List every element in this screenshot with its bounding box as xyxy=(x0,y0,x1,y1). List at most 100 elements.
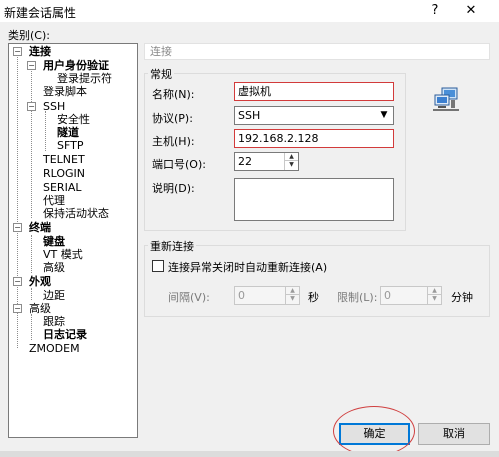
tree-item-rlogin[interactable]: RLOGIN xyxy=(43,167,85,180)
tree-item-sftp[interactable]: SFTP xyxy=(57,139,83,152)
category-label: 类别(C): xyxy=(8,29,50,42)
tree-item-appearance[interactable]: 外观 xyxy=(29,275,51,288)
description-label: 说明(D): xyxy=(152,182,195,195)
tree-item-label: VT 模式 xyxy=(43,248,83,261)
collapse-icon[interactable]: − xyxy=(13,277,22,286)
tree-item-label: 高级 xyxy=(29,302,51,315)
tree-item-label: SFTP xyxy=(57,139,84,152)
tree-item-label: TELNET xyxy=(43,153,85,166)
close-icon[interactable]: ✕ xyxy=(456,2,486,20)
spin-down-icon[interactable]: ▼ xyxy=(285,161,298,169)
tree-line xyxy=(45,111,46,151)
tree-item-ssh[interactable]: SSH xyxy=(43,100,65,113)
limit-unit: 分钟 xyxy=(451,291,473,304)
protocol-label: 协议(P): xyxy=(152,112,193,125)
host-label: 主机(H): xyxy=(152,135,195,148)
cancel-button[interactable]: 取消 xyxy=(418,423,490,445)
auto-reconnect-checkbox[interactable] xyxy=(152,260,164,272)
collapse-icon[interactable]: − xyxy=(13,223,22,232)
tree-item-label: RLOGIN xyxy=(43,167,86,180)
port-spin-buttons: ▲ ▼ xyxy=(284,153,298,170)
name-field[interactable]: 虚拟机 xyxy=(234,82,394,101)
tree-line xyxy=(31,288,32,300)
interval-spin-buttons: ▲ ▼ xyxy=(285,287,299,304)
spin-up-icon[interactable]: ▲ xyxy=(285,153,298,161)
interval-value: 0 xyxy=(238,289,245,302)
limit-spin-buttons: ▲ ▼ xyxy=(427,287,441,304)
window-title: 新建会话属性 xyxy=(4,6,77,20)
collapse-icon[interactable]: − xyxy=(27,61,36,70)
tree-item-keyboard[interactable]: 键盘 xyxy=(43,235,65,248)
auto-reconnect-label[interactable]: 连接异常关闭时自动重新连接(A) xyxy=(168,259,327,275)
tree-item-label: 键盘 xyxy=(43,235,65,248)
tree-item-label: ZMODEM xyxy=(29,342,80,355)
tree-item-terminal[interactable]: 终端 xyxy=(29,221,51,234)
tree-item-security[interactable]: 安全性 xyxy=(57,113,90,126)
interval-unit: 秒 xyxy=(308,291,319,304)
general-group-title: 常规 xyxy=(148,66,174,82)
tree-item-label: 边距 xyxy=(43,289,65,302)
collapse-icon[interactable]: − xyxy=(13,304,22,313)
tree-item-keepalive[interactable]: 保持活动状态 xyxy=(43,207,109,220)
port-stepper[interactable]: 22 ▲ ▼ xyxy=(234,152,299,171)
tree-item-label: 高级 xyxy=(43,261,65,274)
interval-stepper[interactable]: 0 ▲ ▼ xyxy=(234,286,300,305)
collapse-icon[interactable]: − xyxy=(13,47,22,56)
taskbar-strip xyxy=(0,451,499,457)
tree-item-label: 终端 xyxy=(29,221,51,234)
protocol-select[interactable]: SSH ▼ xyxy=(234,106,394,125)
tree-item-login-script[interactable]: 登录脚本 xyxy=(43,85,87,98)
spin-down-icon[interactable]: ▼ xyxy=(286,295,299,303)
tree-item-label: 用户身份验证 xyxy=(43,59,109,72)
spin-up-icon[interactable]: ▲ xyxy=(428,287,441,295)
port-label: 端口号(O): xyxy=(152,158,206,171)
tree-item-label: SSH xyxy=(43,100,66,113)
tree-item-telnet[interactable]: TELNET xyxy=(43,153,85,166)
spin-up-icon[interactable]: ▲ xyxy=(286,287,299,295)
reconnect-group-title: 重新连接 xyxy=(148,238,196,254)
highlight-ellipse xyxy=(333,406,415,456)
tree-item-login-prompt[interactable]: 登录提示符 xyxy=(57,72,112,85)
port-value: 22 xyxy=(238,155,252,168)
description-field[interactable] xyxy=(234,178,394,221)
tree-line xyxy=(31,314,32,340)
tree-item-terminal-advanced[interactable]: 高级 xyxy=(43,261,65,274)
limit-label: 限制(L): xyxy=(337,291,378,304)
category-tree[interactable]: 连接 − 用户身份验证 − 登录提示符 登录脚本 SSH − 安全性 隧道 SF… xyxy=(8,43,138,438)
tree-item-label: 跟踪 xyxy=(43,315,65,328)
host-field[interactable]: 192.168.2.128 xyxy=(234,129,394,148)
help-icon[interactable]: ? xyxy=(420,2,450,20)
tree-item-trace[interactable]: 跟踪 xyxy=(43,315,65,328)
tree-item-label: 登录脚本 xyxy=(43,85,87,98)
tree-item-label: 代理 xyxy=(43,194,65,207)
tree-item-logging[interactable]: 日志记录 xyxy=(43,328,87,341)
network-computers-icon xyxy=(433,87,459,111)
tree-item-label: 登录提示符 xyxy=(57,72,112,85)
section-header: 连接 xyxy=(144,43,490,60)
chevron-down-icon[interactable]: ▼ xyxy=(377,107,391,124)
tree-line xyxy=(31,68,32,218)
tree-item-label: 保持活动状态 xyxy=(43,207,109,220)
tree-item-serial[interactable]: SERIAL xyxy=(43,181,81,194)
tree-item-zmodem[interactable]: ZMODEM xyxy=(29,342,80,355)
limit-value: 0 xyxy=(384,289,391,302)
limit-stepper[interactable]: 0 ▲ ▼ xyxy=(380,286,442,305)
name-label: 名称(N): xyxy=(152,88,195,101)
tree-item-margins[interactable]: 边距 xyxy=(43,289,65,302)
tree-line xyxy=(31,235,32,273)
tree-item-label: 连接 xyxy=(29,45,51,58)
collapse-icon[interactable]: − xyxy=(27,102,36,111)
spin-down-icon[interactable]: ▼ xyxy=(428,295,441,303)
title-bar: 新建会话属性 ? ✕ xyxy=(0,0,499,22)
tree-item-label: 安全性 xyxy=(57,113,90,126)
tree-item-label: SERIAL xyxy=(43,181,82,194)
tree-item-vt-mode[interactable]: VT 模式 xyxy=(43,248,83,261)
tree-item-advanced[interactable]: 高级 xyxy=(29,302,51,315)
tree-item-proxy[interactable]: 代理 xyxy=(43,194,65,207)
tree-item-tunnel[interactable]: 隧道 xyxy=(57,126,79,139)
interval-label: 间隔(V): xyxy=(168,291,210,304)
tree-item-user-auth[interactable]: 用户身份验证 xyxy=(43,59,109,72)
tree-item-connection[interactable]: 连接 xyxy=(29,45,51,58)
reconnect-group xyxy=(144,245,490,317)
tree-item-label: 日志记录 xyxy=(43,328,87,341)
